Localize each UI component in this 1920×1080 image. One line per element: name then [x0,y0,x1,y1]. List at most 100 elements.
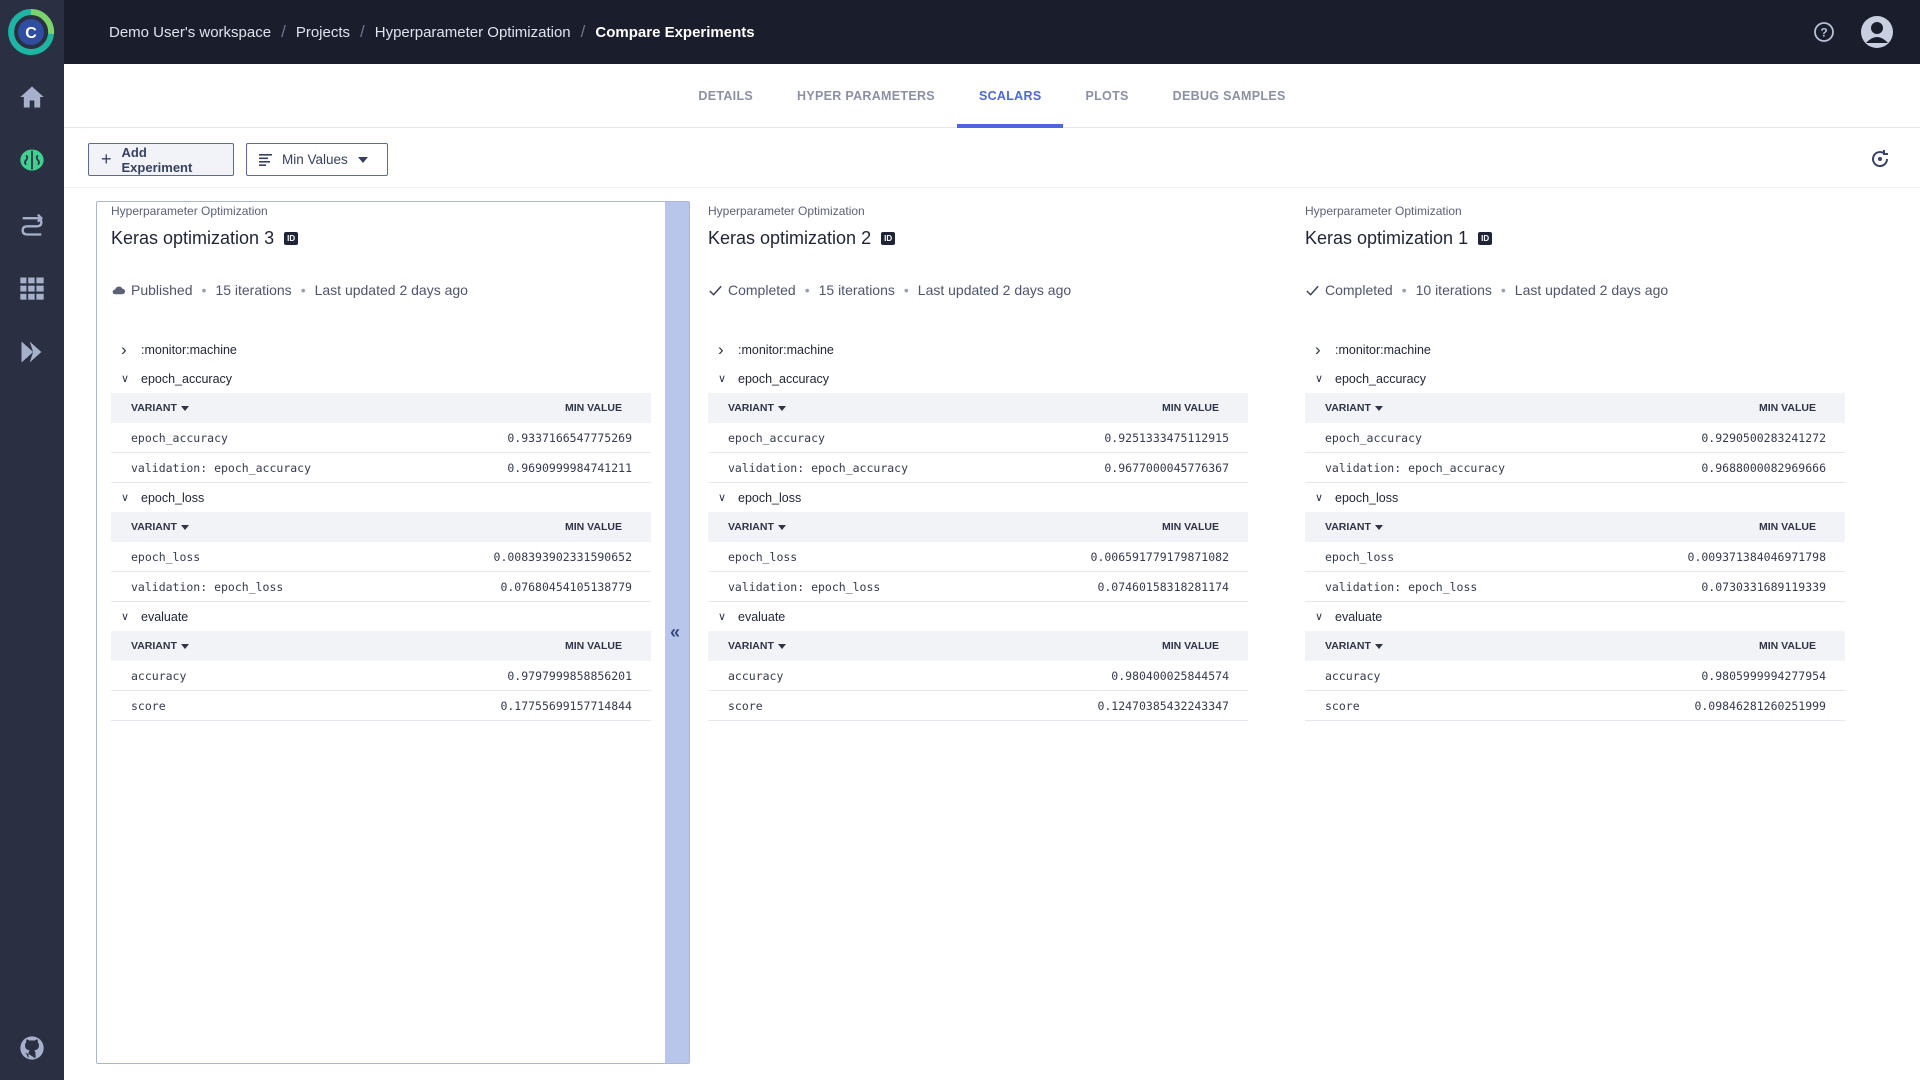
datasets-icon[interactable] [16,272,48,304]
brain-icon[interactable] [16,144,48,176]
variant-column-header[interactable]: VARIANT [728,402,786,414]
table-row: accuracy 0.9805999994277954 [1305,661,1845,691]
metric-group-header[interactable]: ›:monitor:machine [111,335,651,364]
github-icon[interactable] [16,1032,48,1064]
table-row: epoch_loss 0.006591779179871082 [708,542,1248,572]
metric-group-header[interactable]: ∨ epoch_loss [1305,483,1845,512]
variant-name: epoch_loss [728,549,798,564]
metric-group-header[interactable]: ∨ epoch_accuracy [708,364,1248,393]
metric-group-header[interactable]: ›:monitor:machine [708,335,1248,364]
variant-header-label: VARIANT [1325,640,1371,652]
id-badge-button[interactable]: ID [284,231,299,245]
variant-name: score [131,698,166,713]
experiment-column-content: Hyperparameter Optimization Keras optimiz… [1290,202,1850,721]
chevron-down-icon: ∨ [121,492,130,504]
variant-column-header[interactable]: VARIANT [728,521,786,533]
status-text: Completed [1325,282,1393,298]
double-chevron-left-icon: « [670,622,681,642]
metric-group-header[interactable]: ∨ epoch_accuracy [111,364,651,393]
orchestration-icon[interactable] [16,336,48,368]
breadcrumb-workspace[interactable]: Demo User's workspace [109,24,271,41]
table-header: VARIANT MIN VALUE [708,393,1248,423]
breadcrumb-separator: / [281,22,286,41]
variant-column-header[interactable]: VARIANT [1325,521,1383,533]
sort-caret-icon [180,643,189,649]
plus-icon: + [101,149,112,169]
variant-column-header[interactable]: VARIANT [728,640,786,652]
table-header: VARIANT MIN VALUE [111,512,651,542]
id-badge-button[interactable]: ID [1478,231,1493,245]
experiment-name[interactable]: Keras optimization 1 [1305,228,1468,249]
min-values-dropdown[interactable]: Min Values [246,143,388,176]
top-bar: Demo User's workspace / Projects / Hyper… [64,0,1920,64]
experiment-title: Keras optimization 3 ID [111,226,656,250]
min-value: 0.9797999858856201 [507,668,632,683]
chevron-down-icon: ∨ [1315,611,1324,623]
min-value-column-header: MIN VALUE [565,402,622,414]
separator-dot: • [300,282,306,298]
min-value: 0.980400025844574 [1111,668,1229,683]
table-row: validation: epoch_loss 0.0746015831828117… [708,572,1248,602]
experiment-title: Keras optimization 2 ID [708,226,1253,250]
collapse-panel-handle[interactable]: « [665,202,689,1063]
min-value: 0.17755699157714844 [500,698,632,713]
sort-caret-icon [1374,643,1383,649]
chevron-down-icon [357,156,368,163]
table-header: VARIANT MIN VALUE [708,512,1248,542]
clearml-logo[interactable]: C [7,8,55,56]
min-value: 0.9688000082969666 [1701,460,1826,475]
min-value: 0.07460158318281174 [1097,579,1229,594]
variant-column-header[interactable]: VARIANT [1325,402,1383,414]
metric-group-header[interactable]: ∨ evaluate [111,602,651,631]
experiment-name[interactable]: Keras optimization 3 [111,228,274,249]
tab-scalars[interactable]: SCALARS [956,64,1064,128]
project-name[interactable]: Hyperparameter Optimization [1305,202,1850,220]
metric-group-header[interactable]: ›:monitor:machine [1305,335,1845,364]
min-value-column-header: MIN VALUE [565,640,622,652]
metric-group-name: :monitor:machine [141,342,237,357]
project-name[interactable]: Hyperparameter Optimization [111,202,656,220]
experiment-name[interactable]: Keras optimization 2 [708,228,871,249]
tab-debug-samples[interactable]: DEBUG SAMPLES [1151,64,1308,128]
experiment-column: Hyperparameter Optimization Keras optimiz… [96,202,656,721]
breadcrumb-projects[interactable]: Projects [296,24,350,41]
breadcrumb-project[interactable]: Hyperparameter Optimization [375,24,571,41]
variant-name: epoch_accuracy [131,430,228,445]
table-row: epoch_accuracy 0.9290500283241272 [1305,423,1845,453]
variant-name: validation: epoch_loss [728,579,881,594]
project-name[interactable]: Hyperparameter Optimization [708,202,1253,220]
experiment-status-line: Published • 15 iterations • Last updated 2 d… [111,280,656,300]
separator-dot: • [201,282,207,298]
tab-hyper-parameters[interactable]: HYPER PARAMETERS [775,64,957,128]
metric-group-header[interactable]: ∨ epoch_accuracy [1305,364,1845,393]
min-value: 0.9677000045776367 [1104,460,1229,475]
metric-group-header[interactable]: ∨ epoch_loss [708,483,1248,512]
auto-refresh-icon[interactable] [1868,147,1892,171]
metric-group-header[interactable]: ∨ evaluate [1305,602,1845,631]
metric-group-header[interactable]: ∨ evaluate [708,602,1248,631]
add-experiment-button[interactable]: + Add Experiment [88,143,234,176]
variant-name: accuracy [1325,668,1381,683]
metric-group-name: evaluate [738,609,786,624]
variant-column-header[interactable]: VARIANT [131,521,189,533]
list-icon [259,153,272,166]
table-row: validation: epoch_accuracy 0.968800008296… [1305,453,1845,483]
sort-caret-icon [180,524,189,530]
user-avatar-icon[interactable] [1860,15,1894,49]
id-badge-button[interactable]: ID [881,231,896,245]
min-value-column-header: MIN VALUE [1759,402,1816,414]
experiment-column-content: Hyperparameter Optimization Keras optimiz… [693,202,1253,721]
pipelines-icon[interactable] [16,208,48,240]
tab-plots[interactable]: PLOTS [1063,64,1150,128]
min-value: 0.07680454105138779 [500,579,632,594]
sort-caret-icon [777,405,786,411]
metric-group-name: epoch_loss [141,490,205,505]
metric-group-header[interactable]: ∨ epoch_loss [111,483,651,512]
variant-column-header[interactable]: VARIANT [1325,640,1383,652]
variant-column-header[interactable]: VARIANT [131,640,189,652]
help-icon[interactable]: ? [1812,20,1836,44]
metric-group-name: epoch_loss [1335,490,1399,505]
home-icon[interactable] [16,81,48,113]
tab-details[interactable]: DETAILS [676,64,775,128]
variant-column-header[interactable]: VARIANT [131,402,189,414]
